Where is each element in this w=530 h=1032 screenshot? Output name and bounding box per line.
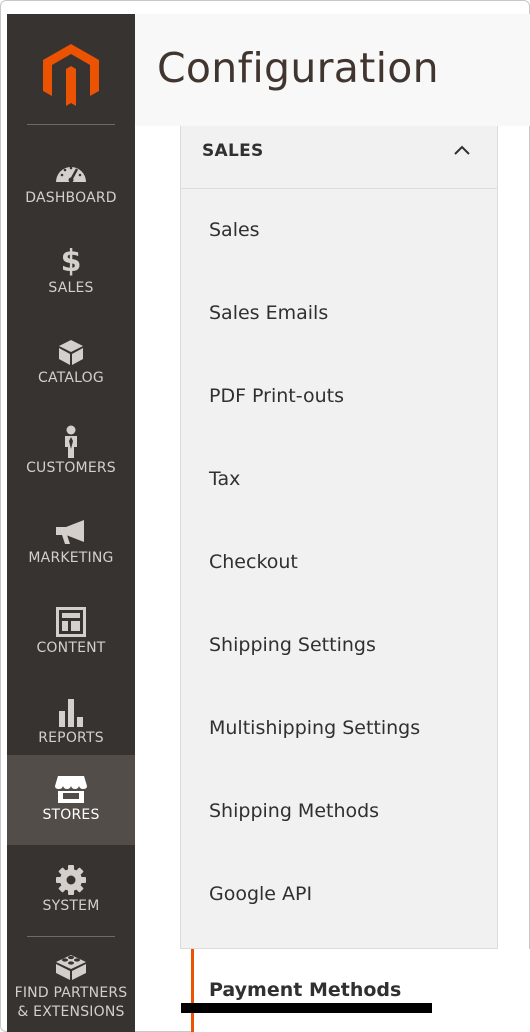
sidebar-item-label-line2: & EXTENSIONS xyxy=(17,1004,125,1020)
chevron-up-icon xyxy=(454,145,470,155)
sidebar-item-stores[interactable]: STORES xyxy=(7,755,135,845)
config-section-payment-methods[interactable]: Payment Methods xyxy=(191,949,530,1032)
page-title: Configuration xyxy=(157,44,439,92)
config-sections-panel: SALES Sales Sales Emails PDF Print-outs … xyxy=(180,126,498,949)
sidebar-item-content[interactable]: CONTENT xyxy=(7,588,135,678)
config-section-shipping-methods[interactable]: Shipping Methods xyxy=(181,770,497,853)
sidebar-item-marketing[interactable]: MARKETING xyxy=(7,498,135,588)
config-section-shipping-settings[interactable]: Shipping Settings xyxy=(181,604,497,687)
sidebar-item-label: REPORTS xyxy=(38,730,104,746)
config-section-label: Sales Emails xyxy=(209,302,329,324)
sidebar-item-label: SALES xyxy=(48,280,94,296)
admin-sidebar: DASHBOARD $ SALES CATALOG CUSTOMERS MARK… xyxy=(7,14,135,1032)
group-title: SALES xyxy=(202,141,264,161)
config-section-sales-emails[interactable]: Sales Emails xyxy=(181,272,497,355)
sidebar-item-label-line1: FIND PARTNERS xyxy=(14,985,128,1001)
config-section-google-api[interactable]: Google API xyxy=(181,853,497,936)
sidebar-item-label: CATALOG xyxy=(38,370,104,386)
sidebar-divider xyxy=(27,936,115,937)
sidebar-item-label: CONTENT xyxy=(36,640,106,656)
sidebar-item-label: STORES xyxy=(42,807,100,823)
sidebar-item-label: DASHBOARD xyxy=(25,190,117,206)
dollar-icon: $ xyxy=(60,244,82,279)
config-section-label: Shipping Methods xyxy=(209,800,380,822)
logo-link[interactable] xyxy=(7,28,135,124)
megaphone-icon xyxy=(56,520,84,544)
redaction-bar xyxy=(181,1003,432,1013)
active-indicator-bar xyxy=(191,949,194,1032)
sidebar-item-dashboard[interactable]: DASHBOARD xyxy=(7,138,135,228)
config-section-label: Shipping Settings xyxy=(209,634,376,656)
config-section-checkout[interactable]: Checkout xyxy=(181,521,497,604)
config-section-pdf-printouts[interactable]: PDF Print-outs xyxy=(181,355,497,438)
config-section-label: Multishipping Settings xyxy=(209,717,421,739)
sidebar-divider xyxy=(27,124,115,125)
sidebar-item-catalog[interactable]: CATALOG xyxy=(7,318,135,408)
layout-icon xyxy=(56,607,86,637)
sidebar-item-label: SYSTEM xyxy=(42,898,100,914)
sidebar-item-label: FIND PARTNERS & EXTENSIONS xyxy=(7,984,135,1022)
config-section-sales[interactable]: Sales xyxy=(181,189,497,272)
sales-group-toggle[interactable]: SALES xyxy=(181,126,497,189)
gear-icon xyxy=(56,865,86,895)
sidebar-item-find-partners[interactable]: FIND PARTNERS & EXTENSIONS xyxy=(7,938,135,1028)
config-section-label: Payment Methods xyxy=(209,979,402,1001)
config-section-label: Google API xyxy=(209,883,313,905)
sidebar-item-label: MARKETING xyxy=(28,550,114,566)
storefront-icon xyxy=(55,776,87,803)
page-header: Configuration xyxy=(135,14,530,126)
person-icon xyxy=(65,425,77,458)
config-section-multishipping-settings[interactable]: Multishipping Settings xyxy=(181,687,497,770)
config-section-label: Sales xyxy=(209,219,260,241)
sidebar-item-system[interactable]: SYSTEM xyxy=(7,846,135,936)
bar-chart-icon xyxy=(59,699,83,727)
dashboard-gauge-icon xyxy=(56,166,86,183)
config-section-label: PDF Print-outs xyxy=(209,385,344,407)
config-section-tax[interactable]: Tax xyxy=(181,438,497,521)
box-icon xyxy=(59,340,83,365)
config-section-label: Checkout xyxy=(209,551,298,573)
sidebar-item-label: CUSTOMERS xyxy=(26,460,116,476)
magento-logo-icon xyxy=(43,44,99,106)
sidebar-item-customers[interactable]: CUSTOMERS xyxy=(7,408,135,498)
sidebar-item-sales[interactable]: $ SALES xyxy=(7,228,135,318)
config-section-label: Tax xyxy=(209,468,241,490)
brick-icon xyxy=(56,955,86,980)
